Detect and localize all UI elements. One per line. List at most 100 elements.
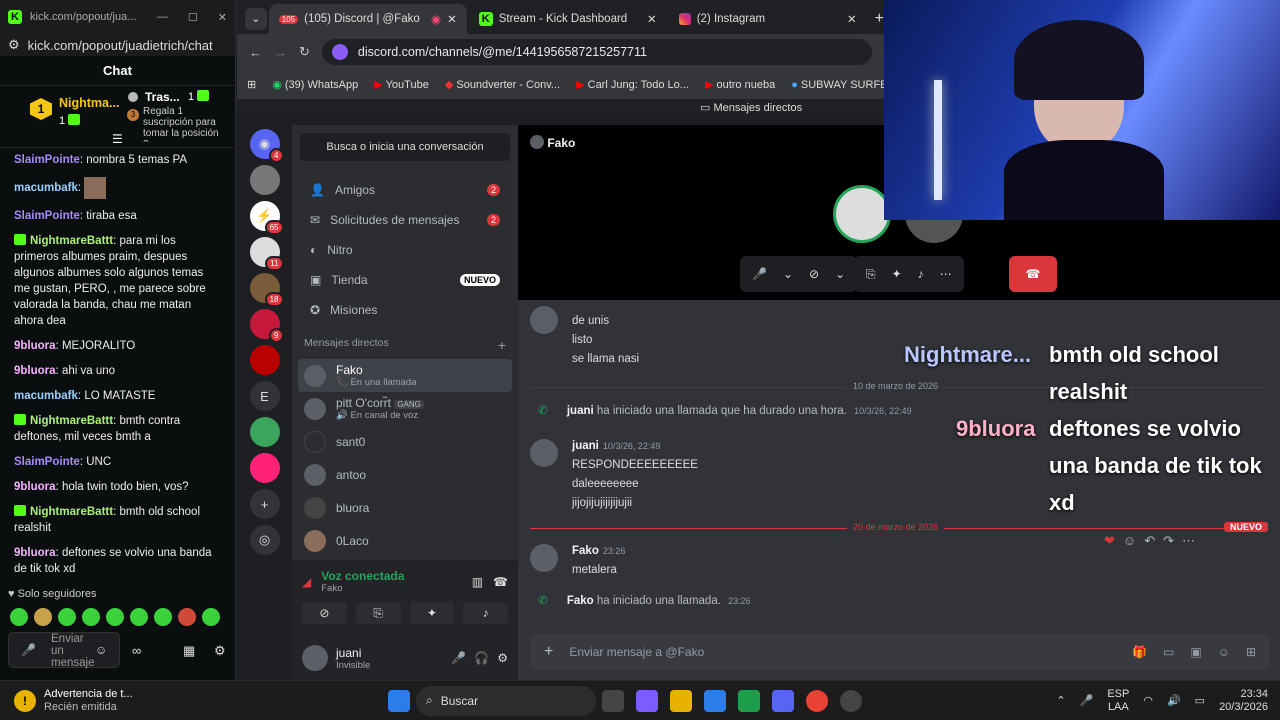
- emote-icon[interactable]: [130, 608, 148, 626]
- site-settings-icon[interactable]: ⚙: [8, 37, 20, 53]
- reply-icon[interactable]: ↶: [1144, 533, 1155, 549]
- taskview-icon[interactable]: [602, 689, 624, 712]
- emote-icon[interactable]: [178, 608, 196, 626]
- nav-shop[interactable]: ▣ Tienda NUEVO: [298, 265, 512, 295]
- kick-chat-input[interactable]: 🎤 Enviar un mensaje ☺: [8, 632, 120, 669]
- apps-icon[interactable]: ⊞: [1246, 645, 1256, 659]
- server-icon[interactable]: [249, 453, 280, 483]
- dm-search[interactable]: Busca o inicia una conversación: [300, 133, 510, 161]
- message-input[interactable]: + Enviar mensaje a @Fako 🎁 ▭ ▣ ☺ ⊞: [530, 634, 1270, 670]
- attach-icon[interactable]: +: [544, 643, 553, 661]
- rank-2-user[interactable]: Tras...: [145, 90, 180, 104]
- wifi-icon[interactable]: ◠: [1143, 694, 1153, 707]
- kick-url-bar[interactable]: ⚙ kick.com/popout/juadietrich/chat: [0, 34, 235, 56]
- add-server-icon[interactable]: +: [249, 489, 280, 519]
- server-icon[interactable]: [249, 345, 280, 375]
- server-icon[interactable]: ⚡ 65: [249, 201, 284, 235]
- dm-fako[interactable]: Fako 📞 En una llamada: [298, 359, 512, 392]
- settings-icon[interactable]: ⚙: [214, 643, 226, 659]
- emote-icon[interactable]: [154, 608, 172, 626]
- close-tab-icon[interactable]: ✕: [447, 12, 457, 26]
- emoji-icon[interactable]: ☺: [95, 643, 107, 657]
- tab-search-icon[interactable]: ⌄: [245, 8, 267, 30]
- tab-discord[interactable]: 105 (105) Discord | @Fako ◉ ✕: [268, 4, 467, 34]
- obs-icon[interactable]: [840, 689, 862, 712]
- notification[interactable]: ! Advertencia de t... Recién emitida: [0, 688, 300, 714]
- gift-icon[interactable]: 🎁: [1132, 645, 1147, 659]
- start-icon[interactable]: [388, 689, 410, 712]
- bookmark-carl-jung[interactable]: ▶ Carl Jung: Todo Lo...: [576, 78, 689, 91]
- bookmark-outro[interactable]: ▶ outro nueba: [705, 78, 775, 91]
- hangup-button[interactable]: ☎: [1009, 256, 1057, 292]
- emote-icon[interactable]: [10, 608, 28, 626]
- word-icon[interactable]: [704, 689, 726, 712]
- discord-icon[interactable]: [772, 689, 794, 712]
- camera-off-icon[interactable]: ⊘: [809, 267, 819, 281]
- forward-icon[interactable]: →: [274, 45, 287, 60]
- collapse-icon[interactable]: ☰: [112, 132, 123, 146]
- emote-icon[interactable]: [82, 608, 100, 626]
- server-icon[interactable]: [249, 417, 280, 447]
- apps-icon[interactable]: ⊞: [247, 78, 256, 91]
- server-icon[interactable]: 18: [249, 273, 284, 307]
- more-icon[interactable]: ⋯: [1182, 533, 1195, 549]
- chevron-down-icon[interactable]: ⌄: [835, 267, 845, 281]
- chrome-icon[interactable]: [806, 689, 828, 712]
- site-info-icon[interactable]: [331, 44, 348, 60]
- nav-nitro[interactable]: ◐ Nitro: [298, 235, 512, 265]
- mic-icon[interactable]: 🎤: [451, 651, 466, 665]
- nav-message-requests[interactable]: ✉ Solicitudes de mensajes 2: [298, 205, 512, 235]
- server-icon[interactable]: E: [249, 381, 280, 411]
- close-icon[interactable]: ✕: [218, 11, 227, 24]
- tab-kick-dashboard[interactable]: K Stream - Kick Dashboard ✕: [469, 4, 667, 34]
- taskbar-search[interactable]: ⌕ Buscar: [416, 685, 596, 716]
- gif-icon[interactable]: ▭: [1163, 645, 1174, 659]
- emote-icon[interactable]: [202, 608, 220, 626]
- server-icon[interactable]: 11: [249, 237, 284, 271]
- discover-icon[interactable]: ◎: [249, 525, 280, 555]
- nav-friends[interactable]: 👤 Amigos 2: [298, 175, 512, 205]
- noise-icon[interactable]: ▥: [472, 575, 483, 589]
- close-tab-icon[interactable]: ✕: [647, 12, 657, 26]
- dm-antoo[interactable]: antoo: [298, 458, 512, 491]
- emote-icon[interactable]: [106, 608, 124, 626]
- add-reaction-icon[interactable]: ☺: [1123, 533, 1136, 549]
- avatar[interactable]: [302, 645, 328, 671]
- reaction-icon[interactable]: ❤: [1104, 533, 1115, 549]
- emoji-icon[interactable]: ☺: [1218, 645, 1230, 659]
- volume-icon[interactable]: 🔊: [1167, 694, 1181, 707]
- url-input[interactable]: discord.com/channels/@me/144195658721525…: [321, 39, 872, 65]
- store-icon[interactable]: ▦: [183, 643, 195, 659]
- back-icon[interactable]: ←: [249, 45, 262, 60]
- language-indicator[interactable]: ESP LAA: [1107, 688, 1129, 714]
- copilot-icon[interactable]: [636, 689, 658, 712]
- explorer-icon[interactable]: [670, 689, 692, 712]
- discord-home-icon[interactable]: ◉ 4: [249, 129, 284, 163]
- mic-icon[interactable]: 🎤: [1080, 694, 1094, 707]
- server-icon[interactable]: [249, 165, 280, 195]
- new-dm-icon[interactable]: +: [498, 337, 506, 353]
- dm-0laco[interactable]: 0Laco: [298, 524, 512, 557]
- clock[interactable]: 23:34 20/3/2026: [1219, 688, 1268, 714]
- call-avatar[interactable]: [833, 185, 891, 243]
- infinity-icon[interactable]: ∞: [132, 643, 141, 658]
- soundboard-button[interactable]: ♪: [463, 602, 508, 624]
- bookmark-youtube[interactable]: ▶ YouTube: [374, 78, 429, 91]
- bookmark-whatsapp[interactable]: ◉ (39) WhatsApp: [272, 78, 358, 91]
- bookmark-soundverter[interactable]: ◆ Soundverter - Conv...: [445, 78, 560, 91]
- soundboard-icon[interactable]: ♪: [918, 267, 924, 281]
- forward-icon[interactable]: ↷: [1163, 533, 1174, 549]
- nav-quests[interactable]: ✪ Misiones: [298, 295, 512, 325]
- mic-icon[interactable]: 🎤: [752, 267, 767, 281]
- activity-icon[interactable]: ✦: [892, 267, 902, 281]
- gift-prompt[interactable]: Regala 1 suscripción para tomar la posic…: [143, 106, 223, 142]
- minimize-icon[interactable]: —: [157, 11, 168, 24]
- activity-button[interactable]: ✦: [409, 602, 455, 624]
- battery-icon[interactable]: ▭: [1195, 694, 1205, 707]
- server-icon[interactable]: 9: [249, 309, 284, 343]
- disconnect-icon[interactable]: ☎: [493, 575, 508, 589]
- reload-icon[interactable]: ↻: [299, 44, 310, 60]
- emote-icon[interactable]: [34, 608, 52, 626]
- more-icon[interactable]: ⋯: [940, 267, 952, 281]
- maximize-icon[interactable]: ☐: [188, 11, 198, 24]
